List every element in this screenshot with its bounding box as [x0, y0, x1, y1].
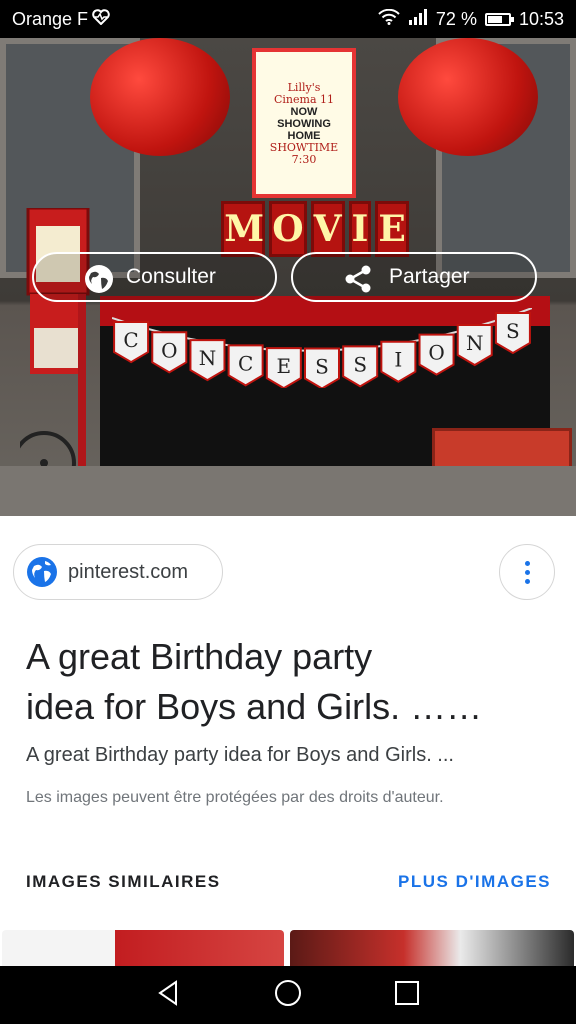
back-icon[interactable]: [154, 978, 184, 1013]
marquee-letter: V: [310, 201, 345, 257]
globe-icon: [26, 556, 58, 588]
banner-flag: E: [265, 347, 302, 390]
banner-flag: C: [113, 321, 150, 364]
more-options-button[interactable]: [499, 544, 555, 600]
balloon-right: [398, 38, 538, 156]
signal-icon: [408, 8, 428, 30]
banner-flag: O: [418, 333, 455, 376]
globe-icon: [84, 264, 114, 294]
home-icon[interactable]: [273, 978, 303, 1013]
title-line: A great Birthday party: [26, 636, 373, 677]
marquee-letter: I: [348, 201, 372, 257]
clock: 10:53: [518, 8, 564, 29]
similar-images-heading: IMAGES SIMILAIRES: [26, 872, 221, 891]
similar-image-thumbnail[interactable]: [2, 930, 284, 966]
status-bar: Orange F 72 % 10:53: [0, 0, 576, 38]
poster-line: 7:30: [291, 153, 317, 166]
consult-label: Consulter: [126, 265, 216, 288]
consult-button[interactable]: Consulter: [32, 252, 277, 302]
banner-flag: S: [494, 311, 531, 355]
marquee-letter: M: [221, 201, 266, 257]
poster-line: NOW: [290, 106, 318, 118]
banner-letter: E: [277, 354, 292, 378]
poster-line: SHOWING: [277, 118, 331, 130]
banner-flag: N: [189, 339, 226, 382]
banner-letter: N: [199, 346, 217, 370]
share-button[interactable]: Partager: [291, 252, 537, 302]
more-images-link[interactable]: PLUS D'IMAGES: [398, 872, 551, 892]
banner-letter: S: [315, 355, 329, 379]
heart-monitor-icon: [92, 8, 110, 30]
wifi-icon: [378, 8, 400, 30]
banner-letter: S: [353, 352, 367, 376]
banner-letter: C: [123, 328, 138, 352]
banner-letter: N: [466, 331, 484, 355]
banner-flag: I: [380, 340, 417, 383]
marquee-letter: E: [375, 201, 409, 257]
battery-icon: [484, 12, 514, 26]
banner-flag: S: [304, 347, 340, 390]
banner-letter: O: [428, 341, 444, 365]
battery-percent: 72 %: [435, 8, 477, 29]
balloon-left: [90, 38, 230, 156]
banner-letter: S: [506, 319, 520, 343]
battery-fill: [487, 15, 503, 23]
title-line: idea for Boys and Girls. ……: [26, 686, 483, 727]
carrier-name: Orange F: [12, 8, 89, 29]
movie-marquee: M O V I E: [221, 201, 409, 257]
banner-letter: I: [394, 348, 402, 372]
similar-images-strip: [0, 930, 576, 966]
marquee-letter: O: [269, 201, 307, 257]
status-right: 72 % 10:53: [378, 8, 564, 30]
status-left: Orange F: [12, 9, 110, 30]
banner-letter: O: [161, 338, 177, 362]
cinema-poster: Lilly's Cinema 11 NOW SHOWING HOME SHOWT…: [252, 48, 356, 198]
banner-flag: N: [456, 324, 493, 367]
floor: [0, 466, 576, 516]
copyright-notice: Les images peuvent être protégées par de…: [26, 789, 444, 806]
share-icon: [343, 264, 373, 294]
concessions-banner: CONCESSIONS: [111, 307, 533, 390]
similar-image-thumbnail[interactable]: [290, 930, 574, 966]
result-description: A great Birthday party idea for Boys and…: [26, 744, 454, 766]
more-vert-icon: [524, 560, 530, 584]
banner-flag: C: [227, 344, 264, 387]
banner-letter: C: [238, 351, 253, 375]
result-image[interactable]: Lilly's Cinema 11 NOW SHOWING HOME SHOWT…: [0, 38, 576, 516]
recents-icon[interactable]: [392, 978, 422, 1013]
source-domain: pinterest.com: [68, 560, 189, 583]
poster-line: Cinema 11: [273, 93, 334, 106]
source-link[interactable]: pinterest.com: [13, 544, 223, 600]
banner-flag: S: [342, 345, 379, 388]
result-title[interactable]: A great Birthday party idea for Boys and…: [26, 632, 556, 732]
navigation-bar: [0, 966, 576, 1024]
share-label: Partager: [389, 265, 470, 288]
banner-flag: O: [151, 331, 188, 374]
